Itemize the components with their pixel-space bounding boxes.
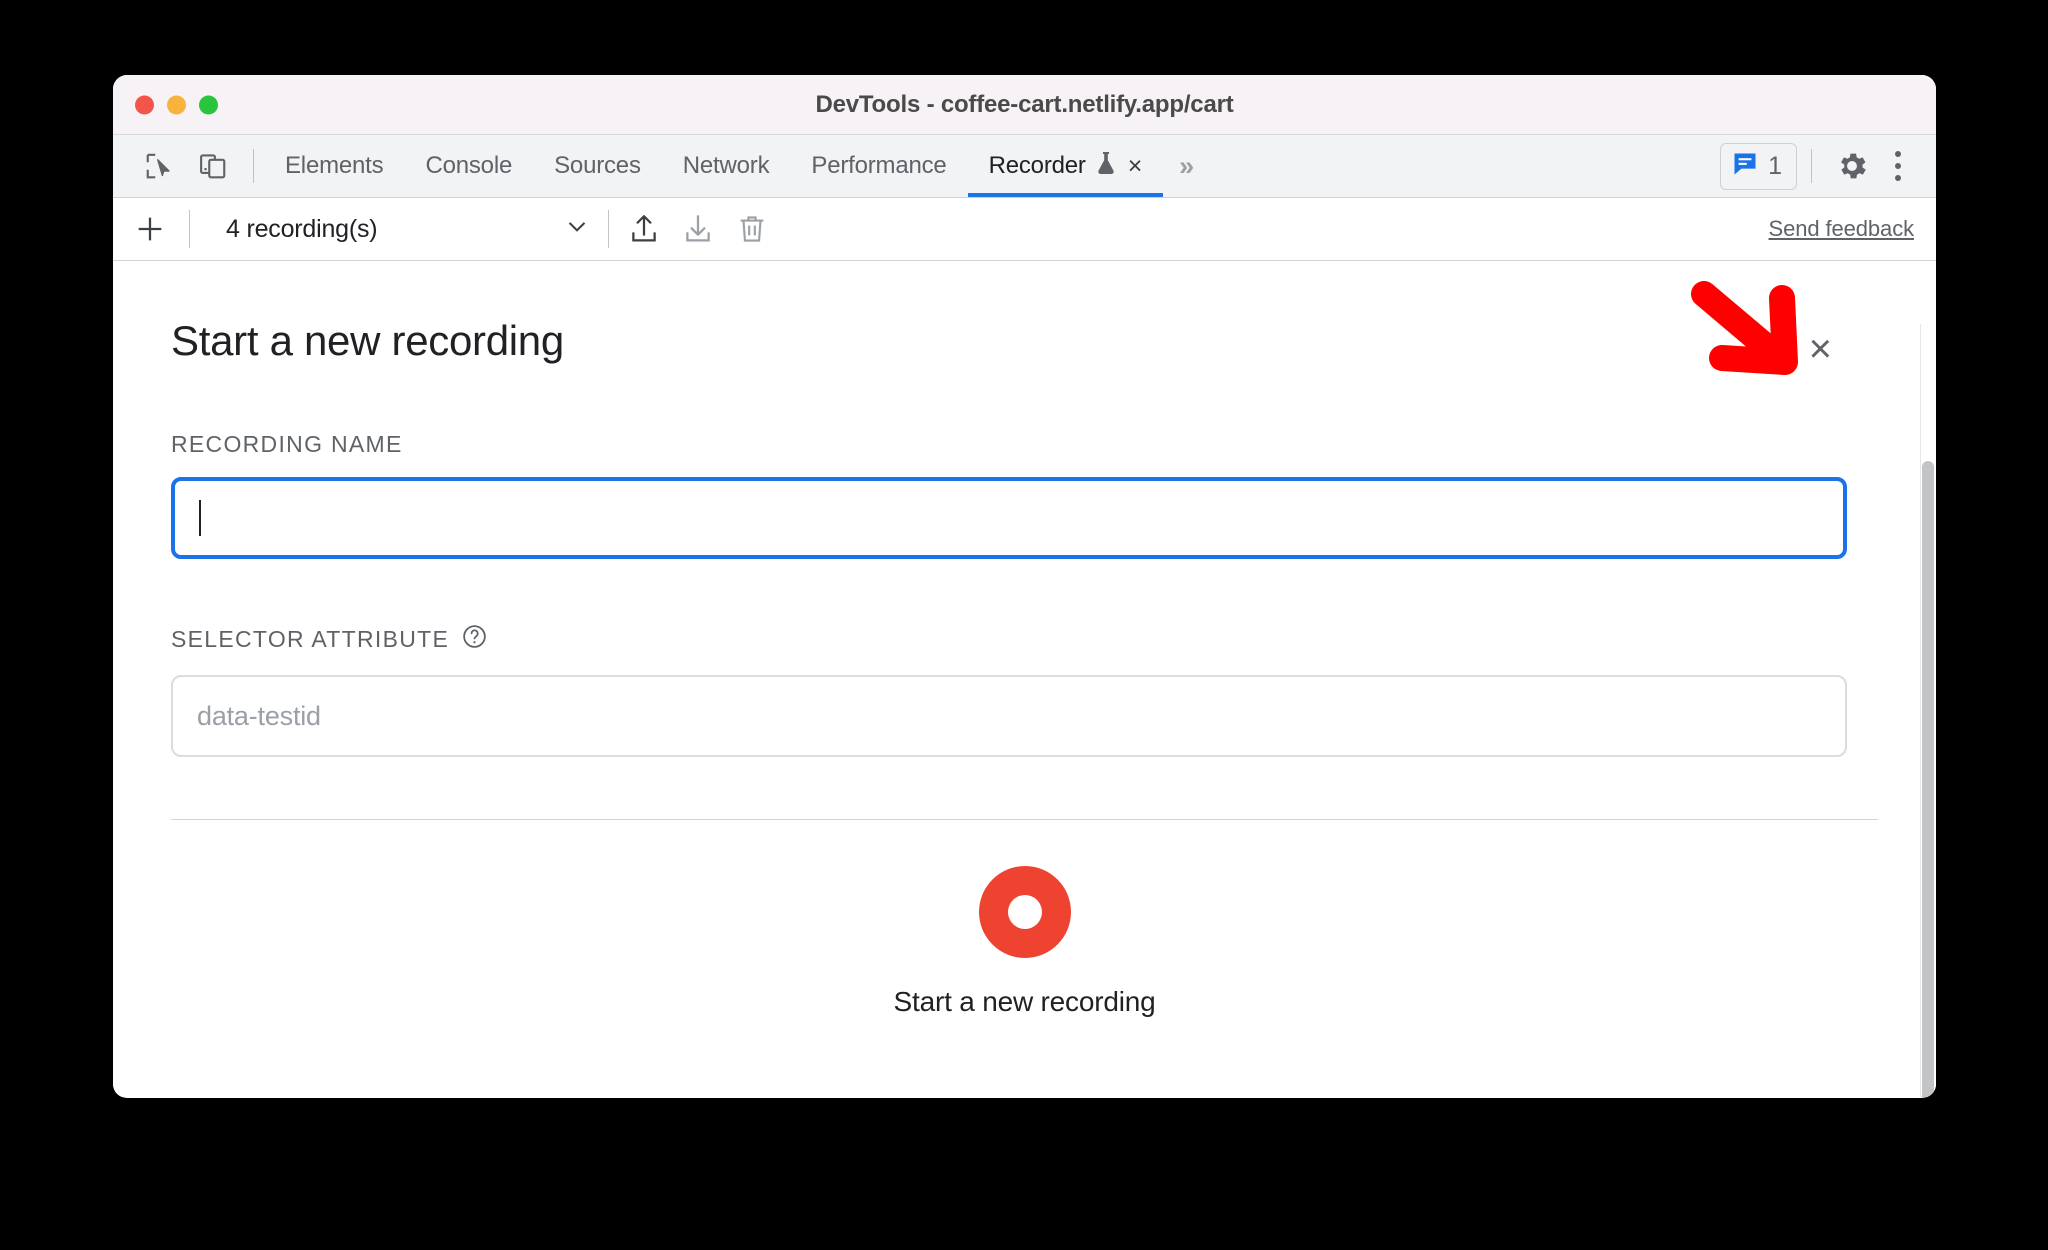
issues-message-icon [1731, 150, 1759, 183]
selector-attribute-input[interactable]: data-testid [171, 675, 1847, 757]
send-feedback-link[interactable]: Send feedback [1769, 216, 1915, 242]
recording-name-label: RECORDING NAME [171, 431, 1878, 458]
tab-network[interactable]: Network [662, 135, 791, 197]
toolbar-divider-1 [189, 210, 190, 248]
tab-label: Sources [554, 152, 641, 179]
import-recording-icon[interactable] [671, 204, 725, 254]
zoom-window-button[interactable] [199, 95, 218, 114]
panel-header: Start a new recording × [113, 261, 1936, 369]
help-question-icon[interactable] [461, 623, 488, 656]
close-panel-button[interactable]: × [1809, 329, 1832, 369]
record-icon-hole [1007, 895, 1042, 929]
device-toolbar-icon[interactable] [191, 144, 235, 188]
close-window-button[interactable] [135, 95, 154, 114]
tab-elements[interactable]: Elements [264, 135, 404, 197]
selector-attribute-field-block: SELECTOR ATTRIBUTE data-testid [171, 623, 1878, 757]
window-traffic-lights [135, 95, 218, 114]
tab-label: Performance [811, 152, 947, 179]
inspect-element-icon[interactable] [137, 144, 181, 188]
tab-label: Console [425, 152, 513, 179]
more-tabs-icon[interactable]: » [1163, 135, 1210, 197]
issues-button[interactable]: 1 [1720, 142, 1797, 190]
screenshot-root: DevTools - coffee-cart.netlify.app/cart [0, 0, 2048, 1250]
recordings-select-value: 4 recording(s) [226, 214, 378, 243]
gear-icon[interactable] [1826, 140, 1878, 192]
issues-count: 1 [1768, 151, 1782, 180]
export-recording-icon[interactable] [617, 204, 671, 254]
window-title: DevTools - coffee-cart.netlify.app/cart [815, 90, 1234, 118]
right-divider [1811, 149, 1812, 183]
devtools-tabbar-left-icons [129, 135, 243, 197]
tab-label: Network [682, 152, 770, 179]
devtools-tabbar: Elements Console Sources Network Perform… [113, 135, 1936, 198]
selector-attribute-label: SELECTOR ATTRIBUTE [171, 623, 1878, 656]
add-recording-button[interactable] [125, 204, 175, 254]
kebab-menu-icon[interactable] [1878, 140, 1918, 192]
panel-scrollbar-track[interactable] [1920, 324, 1936, 1098]
page-title: Start a new recording [171, 317, 564, 364]
minimize-window-button[interactable] [167, 95, 186, 114]
recordings-select[interactable]: 4 recording(s) [200, 211, 600, 248]
record-circle-icon[interactable] [978, 866, 1071, 958]
text-cursor [199, 500, 201, 536]
recording-name-input[interactable] [171, 477, 1847, 559]
close-icon[interactable]: × [1128, 153, 1143, 179]
tab-sources[interactable]: Sources [533, 135, 662, 197]
recorder-main-panel: Start a new recording × RECORDING NAME S… [113, 261, 1936, 1098]
field-label-text: RECORDING NAME [171, 431, 403, 457]
toolbar-divider-2 [608, 210, 609, 248]
new-recording-form: RECORDING NAME SELECTOR ATTRIBUTE data-t… [113, 431, 1936, 820]
recorder-toolbar: 4 recording(s) Send feedback [113, 198, 1936, 261]
window-titlebar: DevTools - coffee-cart.netlify.app/cart [113, 75, 1936, 135]
devtools-tabbar-right: 1 [1720, 135, 1936, 197]
tabbar-divider [253, 149, 254, 183]
tab-label: Recorder [988, 152, 1086, 179]
delete-recording-icon[interactable] [725, 204, 779, 254]
devtools-window: DevTools - coffee-cart.netlify.app/cart [113, 75, 1936, 1098]
tab-recorder[interactable]: Recorder × [967, 135, 1164, 197]
tab-performance[interactable]: Performance [790, 135, 967, 197]
start-recording-label: Start a new recording [893, 986, 1156, 1017]
field-label-text: SELECTOR ATTRIBUTE [171, 626, 450, 652]
selector-attribute-placeholder: data-testid [197, 700, 321, 731]
flask-icon [1094, 150, 1118, 183]
recording-name-field-block: RECORDING NAME [171, 431, 1878, 559]
devtools-tab-list: Elements Console Sources Network Perform… [264, 135, 1163, 197]
panel-scrollbar-thumb[interactable] [1922, 461, 1934, 1098]
tab-label: Elements [285, 152, 384, 179]
chevron-down-icon [562, 211, 592, 248]
start-recording-area: Start a new recording [113, 820, 1936, 1018]
tab-console[interactable]: Console [404, 135, 533, 197]
